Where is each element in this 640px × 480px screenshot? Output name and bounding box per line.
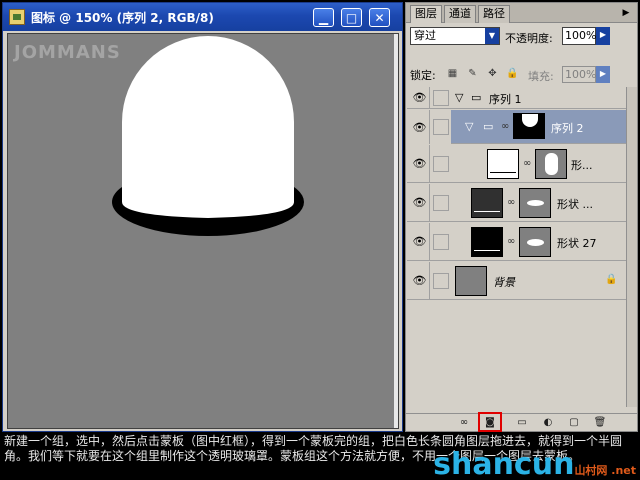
- blend-mode-value: 穿过: [414, 29, 436, 42]
- layer-thumbnail[interactable]: [471, 188, 503, 218]
- lock-all-icon[interactable]: 🔒: [506, 67, 519, 80]
- layer-name[interactable]: 序列 1: [489, 91, 522, 107]
- vertical-scrollbar[interactable]: [394, 34, 398, 428]
- tutorial-caption: 新建一个组，选中，然后点击蒙板（图中红框），得到一个蒙板完的组，把白色长条圆角图…: [0, 433, 640, 480]
- chain-link-icon[interactable]: ∞: [501, 121, 509, 132]
- fill-slider-button[interactable]: ▶: [596, 66, 610, 83]
- close-button[interactable]: ✕: [369, 8, 390, 27]
- layer-row[interactable]: 👁 ▽ ▭ 序列 1: [407, 87, 626, 109]
- logo-text: shancun: [433, 447, 575, 480]
- document-title: 图标 @ 150% (序列 2, RGB/8): [31, 10, 214, 25]
- minimize-button[interactable]: ▁: [313, 8, 334, 27]
- expand-triangle-icon[interactable]: ▽: [465, 120, 473, 133]
- logo-suffix: 山村网 .net: [574, 464, 636, 477]
- new-layer-icon[interactable]: ▢: [566, 415, 582, 431]
- site-logo: shancun山村网 .net: [433, 450, 636, 480]
- tab-layers[interactable]: 图层: [410, 5, 442, 23]
- layers-scrollbar[interactable]: [626, 87, 637, 407]
- layers-list: 👁 ▽ ▭ 序列 1 ▽ ▭ ∞ 序列 2 👁 👁 ∞ 形... 👁 ∞ 形状 …: [407, 87, 636, 407]
- canvas[interactable]: JOMMANS: [7, 33, 399, 429]
- folder-icon: ▭: [483, 120, 494, 133]
- opacity-field[interactable]: 100%: [562, 27, 596, 45]
- layers-panel: 图层 通道 路径 ▶ 穿过 ▼ 不透明度: 100% ▶ 锁定: ▦ ✎ ✥ 🔒…: [405, 2, 638, 432]
- screen: 图标 @ 150% (序列 2, RGB/8) ▁ □ ✕ JOMMANS 图层…: [0, 0, 640, 480]
- photoshop-doc-icon: [9, 9, 25, 25]
- chain-link-icon[interactable]: ∞: [523, 158, 531, 169]
- layer-name[interactable]: 形状 27: [557, 235, 597, 251]
- tab-channels[interactable]: 通道: [444, 5, 476, 23]
- document-window: 图标 @ 150% (序列 2, RGB/8) ▁ □ ✕ JOMMANS: [2, 2, 403, 432]
- highlight-box: [478, 412, 502, 432]
- layer-thumbnail[interactable]: [455, 266, 487, 296]
- trash-icon[interactable]: 🗑: [592, 415, 608, 431]
- white-dome-shape: [122, 36, 294, 218]
- layer-thumbnail[interactable]: [487, 149, 519, 179]
- vector-mask-thumbnail[interactable]: [535, 149, 567, 179]
- visibility-eye-icon[interactable]: 👁: [410, 87, 430, 108]
- link-toggle[interactable]: [433, 234, 449, 250]
- lock-icon: 🔒: [605, 274, 618, 285]
- visibility-eye-icon[interactable]: 👁: [410, 184, 430, 221]
- lock-pixels-icon[interactable]: ✎: [466, 67, 479, 80]
- lock-row: 锁定: ▦ ✎ ✥ 🔒 填充: 100% ▶: [406, 63, 637, 85]
- layer-row[interactable]: 👁 ∞ 形...: [407, 145, 626, 183]
- layers-toolbar: ∞ ◙ ▭ ◐ ▢ 🗑: [406, 412, 637, 432]
- visibility-eye-icon[interactable]: 👁: [410, 223, 430, 260]
- expand-triangle-icon[interactable]: ▽: [455, 91, 463, 104]
- link-toggle[interactable]: [433, 273, 449, 289]
- link-layers-icon[interactable]: ∞: [456, 415, 472, 431]
- fill-field[interactable]: 100%: [562, 66, 596, 83]
- layer-thumbnail[interactable]: [471, 227, 503, 257]
- layer-row[interactable]: 👁 ∞ 形状 27: [407, 223, 626, 261]
- layer-name[interactable]: 形...: [571, 157, 593, 173]
- chain-link-icon[interactable]: ∞: [507, 236, 515, 247]
- panel-menu-icon[interactable]: ▶: [619, 6, 633, 20]
- lock-transparency-icon[interactable]: ▦: [446, 67, 459, 80]
- layer-row[interactable]: 👁 背景 🔒: [407, 262, 626, 300]
- lock-label: 锁定:: [410, 69, 436, 82]
- adjustment-layer-icon[interactable]: ◐: [540, 415, 556, 431]
- maximize-button[interactable]: □: [341, 8, 362, 27]
- visibility-eye-icon[interactable]: 👁: [410, 262, 430, 299]
- link-toggle[interactable]: [433, 195, 449, 211]
- chevron-down-icon[interactable]: ▼: [485, 28, 499, 44]
- layer-row[interactable]: 👁 ∞ 形状 ...: [407, 184, 626, 222]
- link-toggle[interactable]: [433, 119, 449, 135]
- fill-label: 填充:: [528, 70, 554, 83]
- link-toggle[interactable]: [433, 156, 449, 172]
- tab-paths[interactable]: 路径: [478, 5, 510, 23]
- lock-position-icon[interactable]: ✥: [486, 67, 499, 80]
- chain-link-icon[interactable]: ∞: [507, 197, 515, 208]
- link-toggle[interactable]: [433, 90, 449, 106]
- layer-name[interactable]: 形状 ...: [557, 196, 593, 212]
- panel-tabs: 图层 通道 路径 ▶: [406, 3, 637, 23]
- layer-name[interactable]: 背景: [493, 274, 515, 290]
- group-mask-thumbnail[interactable]: [513, 113, 545, 139]
- opacity-slider-button[interactable]: ▶: [596, 27, 610, 45]
- new-group-icon[interactable]: ▭: [514, 415, 530, 431]
- vector-mask-thumbnail[interactable]: [519, 227, 551, 257]
- blend-mode-select[interactable]: 穿过 ▼: [410, 27, 500, 45]
- blend-row: 穿过 ▼ 不透明度: 100% ▶: [406, 24, 637, 50]
- folder-icon: ▭: [471, 91, 482, 104]
- layer-row-selected[interactable]: ▽ ▭ ∞ 序列 2: [451, 110, 626, 144]
- canvas-artwork: [112, 36, 304, 236]
- vector-mask-thumbnail[interactable]: [519, 188, 551, 218]
- visibility-eye-icon[interactable]: 👁: [410, 145, 430, 182]
- visibility-eye-icon[interactable]: 👁: [410, 110, 430, 144]
- opacity-label: 不透明度:: [505, 32, 553, 45]
- layer-name[interactable]: 序列 2: [551, 120, 584, 136]
